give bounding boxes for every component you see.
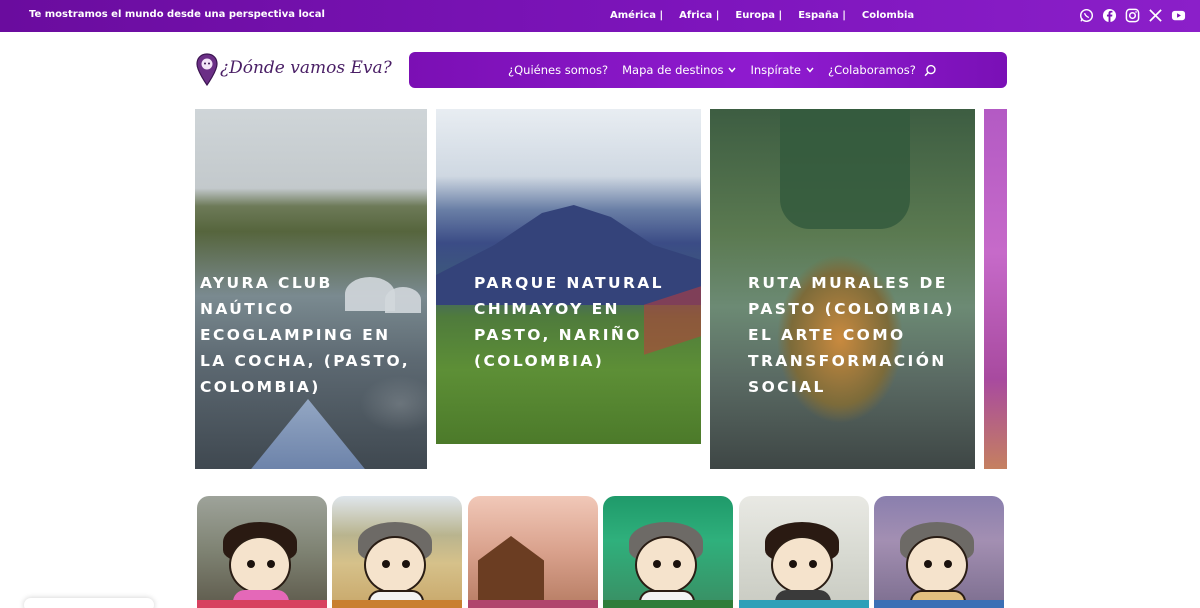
nav-mapa-destinos[interactable]: Mapa de destinos xyxy=(622,63,737,77)
category-thumb-1[interactable] xyxy=(197,496,327,608)
carousel-card-murales[interactable]: RUTA MURALES DE PASTO (COLOMBIA) EL ARTE… xyxy=(710,109,975,469)
chevron-down-icon xyxy=(806,67,814,73)
main-nav: ¿Quiénes somos? Mapa de destinos Inspíra… xyxy=(409,52,1007,88)
card-title[interactable]: RUTA MURALES DE PASTO (COLOMBIA) EL ARTE… xyxy=(748,270,969,400)
tagline: Te mostramos el mundo desde una perspect… xyxy=(29,9,325,20)
eva-pin-logo-icon xyxy=(196,53,218,87)
cartoon-eye xyxy=(789,560,797,568)
cartoon-eye xyxy=(382,560,390,568)
nav-mapa-label: Mapa de destinos xyxy=(622,63,724,77)
thumb-color-band xyxy=(197,600,327,608)
cartoon-face xyxy=(906,536,968,594)
mural-hat-shape xyxy=(780,109,910,229)
cartoon-eye xyxy=(944,560,952,568)
cartoon-eye xyxy=(267,560,275,568)
chat-widget[interactable] xyxy=(24,598,154,608)
region-link-colombia[interactable]: Colombia xyxy=(862,10,914,21)
logo-text: ¿Dónde vamos Eva? xyxy=(220,58,392,78)
cartoon-eye xyxy=(924,560,932,568)
cartoon-eye xyxy=(673,560,681,568)
region-link-espana[interactable]: España | xyxy=(798,10,846,21)
region-link-europa[interactable]: Europa | xyxy=(735,10,782,21)
carousel-card-chimayoy[interactable]: PARQUE NATURAL CHIMAYOY EN PASTO, NARIÑO… xyxy=(436,109,701,444)
category-thumb-2[interactable] xyxy=(332,496,462,608)
cartoon-face xyxy=(635,536,697,594)
card-title[interactable]: PARQUE NATURAL CHIMAYOY EN PASTO, NARIÑO… xyxy=(474,270,695,374)
nav-inspirate[interactable]: Inspírate xyxy=(750,63,814,77)
thumb-color-band xyxy=(874,600,1004,608)
carousel-card-next-partial[interactable] xyxy=(984,109,1007,469)
youtube-icon[interactable] xyxy=(1171,8,1186,23)
social-links xyxy=(1079,8,1186,23)
search-icon[interactable] xyxy=(924,64,937,77)
category-thumb-5[interactable] xyxy=(739,496,869,608)
region-link-america[interactable]: América | xyxy=(610,10,663,21)
site-logo[interactable]: ¿Dónde vamos Eva? xyxy=(196,53,392,89)
cartoon-eye xyxy=(653,560,661,568)
cartoon-eye xyxy=(402,560,410,568)
card-image-partial xyxy=(984,109,1007,469)
instagram-icon[interactable] xyxy=(1125,8,1140,23)
nav-colaboramos-label: ¿Colaboramos? xyxy=(828,63,916,77)
facebook-icon[interactable] xyxy=(1102,8,1117,23)
category-thumb-4[interactable] xyxy=(603,496,733,608)
nav-inspirate-label: Inspírate xyxy=(750,63,802,77)
x-icon[interactable] xyxy=(1148,8,1163,23)
region-nav: América | Africa | Europa | España | Col… xyxy=(610,10,914,21)
cartoon-eye xyxy=(809,560,817,568)
nav-quienes-label: ¿Quiénes somos? xyxy=(508,63,609,77)
cartoon-eye xyxy=(247,560,255,568)
whatsapp-icon[interactable] xyxy=(1079,8,1094,23)
nav-colaboramos[interactable]: ¿Colaboramos? xyxy=(828,63,916,77)
thumb-color-band xyxy=(468,600,598,608)
category-thumb-3[interactable] xyxy=(468,496,598,608)
nav-quienes-somos[interactable]: ¿Quiénes somos? xyxy=(508,63,608,77)
thumb-color-band xyxy=(603,600,733,608)
top-bar: Te mostramos el mundo desde una perspect… xyxy=(0,0,1200,32)
cartoon-face xyxy=(229,536,291,594)
thumb-color-band xyxy=(739,600,869,608)
chevron-down-icon xyxy=(728,67,737,73)
category-thumb-6[interactable] xyxy=(874,496,1004,608)
cartoon-face xyxy=(771,536,833,594)
thumb-color-band xyxy=(332,600,462,608)
region-link-africa[interactable]: Africa | xyxy=(679,10,719,21)
card-title[interactable]: AYURA CLUB NAÚTICO ECOGLAMPING EN LA COC… xyxy=(200,270,421,400)
carousel-card-ayura[interactable]: AYURA CLUB NAÚTICO ECOGLAMPING EN LA COC… xyxy=(195,109,427,469)
cartoon-face xyxy=(364,536,426,594)
